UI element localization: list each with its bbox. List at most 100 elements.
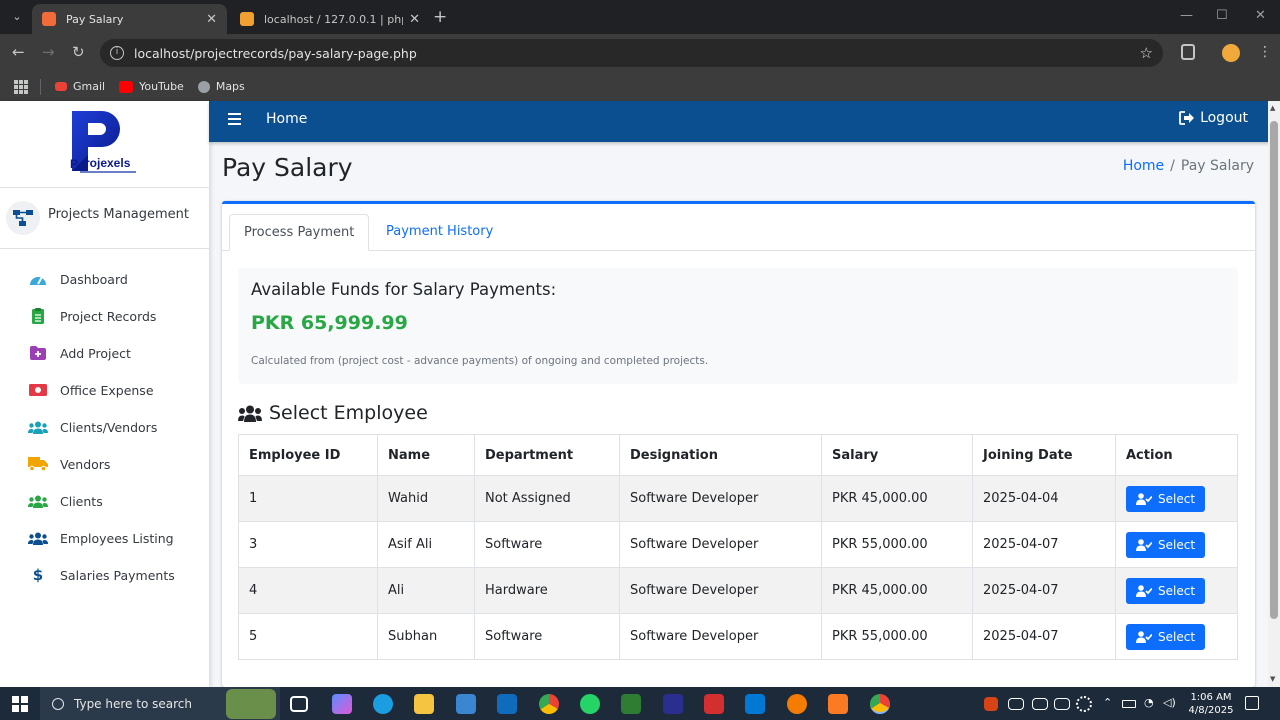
profile-avatar[interactable]: [1222, 44, 1240, 62]
file-explorer-icon[interactable]: [414, 694, 434, 714]
cell-department: Software: [474, 521, 620, 568]
nav-home-link[interactable]: Home: [266, 111, 307, 127]
xampp-icon[interactable]: [828, 694, 848, 714]
bookmark-maps[interactable]: Maps: [197, 80, 245, 93]
cell-department: Software: [474, 613, 620, 660]
section-title: Projects Management: [48, 207, 190, 222]
outlook-icon[interactable]: [497, 694, 517, 714]
logout-button[interactable]: Logout: [1179, 110, 1248, 126]
window-close-icon[interactable]: ✕: [1255, 8, 1266, 23]
tray-app-icon[interactable]: [984, 697, 998, 711]
extensions-icon[interactable]: [1181, 44, 1195, 60]
tray-chevron-icon[interactable]: ⌃: [1103, 696, 1112, 709]
table-row: 1 Wahid Not Assigned Software Developer …: [238, 475, 1238, 522]
tab-search-icon[interactable]: ⌄: [6, 8, 28, 26]
bookmark-gmail[interactable]: Gmail: [55, 80, 105, 93]
scroll-down-arrow-icon[interactable]: ▼: [1270, 675, 1275, 683]
blender-icon[interactable]: [787, 694, 807, 714]
taskbar-clock[interactable]: 1:06 AM 4/8/2025: [1186, 691, 1236, 717]
windows-taskbar: Type here to search ⌃ ◔ ◁) 1:06 AM 4/8/2…: [0, 687, 1280, 720]
sidebar-item-dashboard[interactable]: Dashboard: [0, 261, 209, 297]
forward-icon[interactable]: →: [42, 43, 55, 61]
bookmark-youtube[interactable]: YouTube: [119, 80, 184, 93]
col-department: Department: [474, 434, 620, 476]
scrollbar-thumb[interactable]: [1270, 121, 1278, 619]
bookmark-star-icon[interactable]: ☆: [1140, 44, 1153, 62]
youtube-icon: [119, 80, 134, 93]
breadcrumb-separator: /: [1170, 158, 1175, 174]
app-icon[interactable]: [663, 694, 683, 714]
task-view-icon[interactable]: [290, 696, 308, 712]
video-icon[interactable]: [1032, 698, 1048, 710]
sidebar-item-salaries-payments[interactable]: $ Salaries Payments: [0, 557, 209, 593]
battery-icon[interactable]: [1122, 700, 1136, 708]
funds-title: Available Funds for Salary Payments:: [251, 280, 557, 299]
hamburger-menu-icon[interactable]: [228, 113, 241, 125]
whatsapp-icon[interactable]: [580, 694, 600, 714]
select-employee-button[interactable]: Select: [1126, 577, 1206, 604]
sidebar-item-project-records[interactable]: Project Records: [0, 298, 209, 334]
close-tab-icon[interactable]: ✕: [409, 12, 420, 27]
user-check-icon: [1136, 584, 1152, 597]
search-highlight-image: [226, 689, 276, 719]
close-tab-icon[interactable]: ✕: [206, 12, 217, 27]
scroll-up-arrow-icon[interactable]: ▲: [1270, 104, 1275, 112]
wifi-icon[interactable]: ◔: [1144, 696, 1154, 709]
taskbar-search-box[interactable]: Type here to search: [40, 687, 280, 720]
cell-action: Select: [1115, 475, 1238, 522]
col-action: Action: [1115, 434, 1238, 476]
cell-joining-date: 2025-04-07: [972, 613, 1116, 660]
sidebar-item-vendors[interactable]: Vendors: [0, 446, 209, 482]
camera-icon[interactable]: [1008, 698, 1024, 710]
select-employee-heading: Select Employee: [238, 402, 428, 424]
store-icon[interactable]: [456, 694, 476, 714]
sidebar-section-header[interactable]: Projects Management: [0, 189, 209, 249]
chrome-active-icon[interactable]: [870, 694, 890, 714]
sidebar: P rojexels Projects Management Dashboard…: [0, 101, 209, 687]
reload-icon[interactable]: ↻: [72, 43, 85, 61]
brand-logo-area[interactable]: P rojexels: [0, 101, 209, 188]
site-info-icon[interactable]: i: [110, 46, 124, 60]
select-employee-button[interactable]: Select: [1126, 531, 1206, 558]
browser-menu-icon[interactable]: ⋮: [1258, 44, 1272, 60]
cell-id: 1: [238, 475, 378, 522]
devcpp-icon[interactable]: [704, 694, 724, 714]
apps-grid-icon[interactable]: [14, 79, 28, 94]
back-icon[interactable]: ←: [12, 43, 25, 61]
sidebar-item-clients-vendors[interactable]: Clients/Vendors: [0, 409, 209, 445]
select-employee-button[interactable]: Select: [1126, 623, 1206, 650]
breadcrumb-home-link[interactable]: Home: [1123, 158, 1164, 174]
cell-joining-date: 2025-04-04: [972, 475, 1116, 522]
settings-gear-icon[interactable]: [1076, 696, 1092, 712]
sidebar-item-employees-listing[interactable]: Employees Listing: [0, 520, 209, 556]
windows-start-icon[interactable]: [12, 696, 28, 712]
sidebar-item-add-project[interactable]: Add Project: [0, 335, 209, 371]
chrome-icon[interactable]: [539, 694, 559, 714]
browser-tab-inactive[interactable]: localhost / 127.0.0.1 | phpMyAd ✕: [230, 4, 430, 34]
app-icon[interactable]: [621, 694, 641, 714]
sidebar-item-clients[interactable]: Clients: [0, 483, 209, 519]
vscode-icon[interactable]: [745, 694, 765, 714]
select-employee-button[interactable]: Select: [1126, 485, 1206, 512]
edge-icon[interactable]: [373, 694, 393, 714]
tab-title: localhost / 127.0.0.1 | phpMyAd: [264, 12, 403, 26]
minimize-icon[interactable]: —: [1180, 8, 1193, 23]
user-check-icon: [1136, 630, 1152, 643]
address-bar[interactable]: i localhost/projectrecords/pay-salary-pa…: [100, 39, 1163, 67]
volume-icon[interactable]: ◁): [1163, 696, 1176, 709]
tab-process-payment[interactable]: Process Payment: [229, 214, 370, 251]
notifications-icon[interactable]: [1245, 696, 1259, 710]
new-tab-icon[interactable]: +: [433, 7, 447, 27]
bookmark-label: Maps: [215, 80, 245, 93]
copilot-icon[interactable]: [332, 694, 352, 714]
user-check-icon: [1136, 538, 1152, 551]
clipboard-list-icon: [28, 306, 48, 326]
cell-action: Select: [1115, 567, 1238, 614]
tab-payment-history[interactable]: Payment History: [372, 214, 507, 251]
window-icon[interactable]: [1054, 698, 1070, 710]
page-scrollbar[interactable]: ▲ ▼: [1268, 101, 1280, 687]
sidebar-item-office-expense[interactable]: Office Expense: [0, 372, 209, 408]
select-button-label: Select: [1158, 491, 1196, 506]
browser-tab-active[interactable]: Pay Salary ✕: [32, 4, 227, 34]
maximize-icon[interactable]: ☐: [1216, 8, 1228, 23]
